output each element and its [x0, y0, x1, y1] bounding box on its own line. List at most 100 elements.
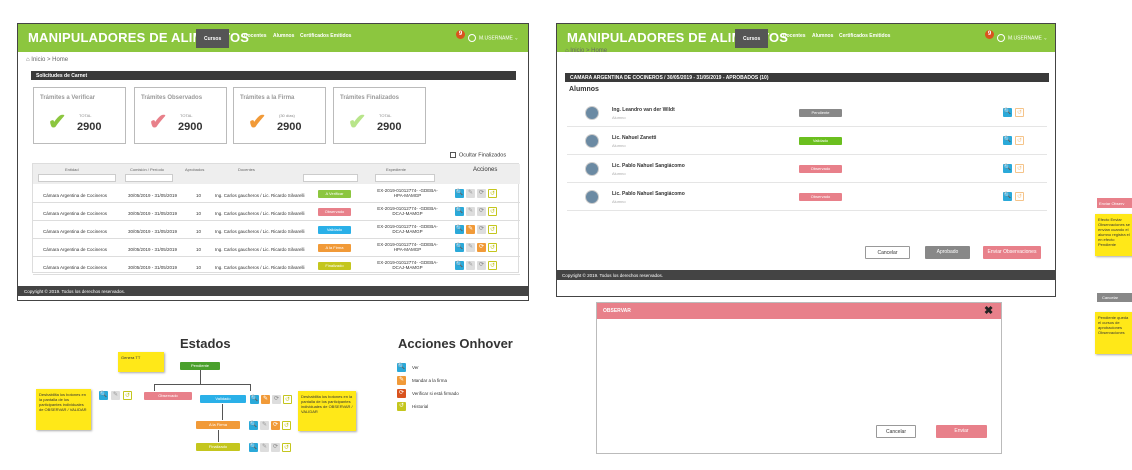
approve-button[interactable]: Aprobado — [925, 246, 970, 259]
edge-send-observ-button[interactable]: Enviar Observ — [1097, 198, 1132, 208]
search-icon: 🔍 — [249, 443, 258, 452]
left-screen: MANIPULADORES DE ALIMENTOS Cursos Docent… — [17, 23, 529, 301]
history-icon[interactable]: ↺ — [488, 243, 497, 252]
card-label: (30 días) — [279, 113, 295, 118]
notification-bell-icon[interactable]: 9 — [456, 30, 465, 39]
state-observado: Observado — [144, 392, 192, 400]
nav-alumnos[interactable]: Alumnos — [273, 33, 294, 39]
card-value: 2900 — [178, 121, 203, 133]
verify-icon[interactable]: ⟳ — [477, 225, 486, 234]
nav-cursos[interactable]: Cursos — [735, 29, 769, 48]
signature-icon[interactable]: ✎ — [466, 189, 475, 198]
student-name: Lic. Pablo Nahuel Sangiácomo — [612, 163, 685, 169]
edge-cancel-button[interactable]: Cancelar — [1097, 293, 1132, 302]
verify-icon[interactable]: ⟳ — [477, 189, 486, 198]
app-header: MANIPULADORES DE ALIMENTOS Cursos Docent… — [557, 24, 1055, 52]
modal-send-button[interactable]: Enviar — [936, 425, 987, 438]
filter-entidad-input[interactable] — [38, 174, 116, 182]
arrow — [218, 430, 219, 442]
send-observations-button[interactable]: Enviar Observaciones — [983, 246, 1041, 259]
search-icon[interactable]: 🔍 — [455, 261, 464, 270]
avatar — [585, 162, 599, 176]
search-icon[interactable]: 🔍 — [1003, 136, 1012, 145]
user-menu[interactable]: M.USERNAME ⌄ — [468, 34, 519, 42]
table-row: Cámara Argentina de Cocineros 30/05/2019 … — [33, 221, 520, 239]
student-row: Lic. Pablo Nahuel Sangiácomo Alumno Observ… — [567, 157, 1047, 183]
history-icon: ↺ — [282, 443, 291, 452]
card-firma[interactable]: Trámites a la Firma ✔ (30 días) 2900 — [233, 87, 326, 144]
signature-icon[interactable]: ✎ — [466, 261, 475, 270]
verify-icon[interactable]: ⟳ — [477, 207, 486, 216]
student-status-badge[interactable]: Observado — [799, 193, 842, 201]
filter-periodo-input[interactable] — [125, 174, 173, 182]
col-aprobados: Aprobados — [185, 167, 205, 172]
student-role: Alumno — [612, 143, 626, 148]
student-name: Lic. Nahuel Zanetti — [612, 135, 657, 141]
search-icon[interactable]: 🔍 — [1003, 108, 1012, 117]
cell-teachers: Ing. Carlos gaucheros / Lic. Ricardo Sil… — [215, 247, 305, 252]
history-icon[interactable]: ↺ — [488, 225, 497, 234]
avatar-icon — [997, 34, 1005, 42]
history-icon[interactable]: ↺ — [488, 207, 497, 216]
nav-docentes[interactable]: Docentes — [244, 33, 267, 39]
footer: Copyright © 2019. Todos los derechos res… — [18, 286, 528, 296]
nav-certificados[interactable]: Certificados Emitidos — [300, 33, 351, 39]
cancel-button[interactable]: Cancelar — [865, 246, 910, 259]
cell-period: 30/05/2019 - 31/05/2019 — [128, 265, 178, 270]
status-badge[interactable]: Finalizado — [318, 262, 351, 270]
signature-icon[interactable]: ✎ — [466, 243, 475, 252]
student-status-badge[interactable]: Observado — [799, 165, 842, 173]
user-menu[interactable]: M.USERNAME ⌄ — [997, 34, 1048, 42]
cell-file: EX-2019-01012774- -GDEBA-HPA-MAMGP — [377, 242, 438, 252]
history-icon[interactable]: ↺ — [1015, 164, 1024, 173]
close-icon[interactable]: ✖ — [984, 304, 993, 317]
student-status-badge[interactable]: Pendiente — [799, 109, 842, 117]
history-icon[interactable]: ↺ — [1015, 192, 1024, 201]
card-verificar[interactable]: Trámites a Verificar ✔ TOTAL 2900 — [33, 87, 126, 144]
history-icon[interactable]: ↺ — [488, 261, 497, 270]
verify-icon[interactable]: ⟳ — [477, 261, 486, 270]
status-badge[interactable]: A la Firma — [318, 244, 351, 252]
nav-certificados[interactable]: Certificados Emitidos — [839, 33, 890, 39]
search-icon: 🔍 — [250, 395, 259, 404]
card-value: 2900 — [377, 121, 402, 133]
table-row: Cámara Argentina de Cocineros 30/05/2019 … — [33, 203, 520, 221]
status-badge[interactable]: Validado — [318, 226, 351, 234]
history-icon[interactable]: ↺ — [488, 189, 497, 198]
search-icon[interactable]: 🔍 — [455, 243, 464, 252]
student-status-badge[interactable]: Validado — [799, 137, 842, 145]
signature-icon[interactable]: ✎ — [466, 225, 475, 234]
modal-cancel-button[interactable]: Cancelar — [876, 425, 916, 438]
notification-bell-icon[interactable]: 9 — [985, 30, 994, 39]
nav-cursos[interactable]: Cursos — [196, 29, 230, 48]
hide-finalized-checkbox[interactable]: Ocultar Finalizados — [450, 152, 506, 158]
table-header: Entidad Comisión / Período Aprobados Doc… — [33, 164, 520, 184]
search-icon[interactable]: 🔍 — [455, 225, 464, 234]
cell-approved: 10 — [196, 193, 202, 198]
filter-estado-input[interactable] — [303, 174, 358, 182]
signature-icon[interactable]: ✎ — [466, 207, 475, 216]
state-finalizado: Finalizado — [196, 443, 240, 451]
search-icon[interactable]: 🔍 — [1003, 164, 1012, 173]
search-icon[interactable]: 🔍 — [455, 189, 464, 198]
avatar — [585, 190, 599, 204]
arrow — [200, 370, 201, 384]
card-observados[interactable]: Trámites Observados ✔ TOTAL 2900 — [134, 87, 227, 144]
status-badge[interactable]: A Verificar — [318, 190, 351, 198]
nav-docentes[interactable]: Docentes — [783, 33, 806, 39]
history-icon[interactable]: ↺ — [1015, 136, 1024, 145]
breadcrumb[interactable]: ⌂ Inicio > Home — [565, 48, 607, 54]
status-badge[interactable]: Observado — [318, 208, 351, 216]
cell-period: 30/05/2019 - 31/05/2019 — [128, 193, 178, 198]
legend-firma: Mandar a la firma — [412, 378, 448, 383]
note-right: Deshabilita los botones en la pantalla d… — [298, 391, 356, 431]
verify-icon[interactable]: ⟳ — [477, 243, 486, 252]
history-icon[interactable]: ↺ — [1015, 108, 1024, 117]
filter-expediente-input[interactable] — [375, 174, 435, 182]
nav-alumnos[interactable]: Alumnos — [812, 33, 833, 39]
search-icon[interactable]: 🔍 — [455, 207, 464, 216]
breadcrumb[interactable]: ⌂ Inicio > Home — [26, 57, 68, 63]
cell-file: EX-2019-01012774- -GDEBA-DCAJ-MAMGP — [377, 260, 438, 270]
search-icon[interactable]: 🔍 — [1003, 192, 1012, 201]
card-finalizados[interactable]: Trámites Finalizados ✔ TOTAL 2900 — [333, 87, 426, 144]
